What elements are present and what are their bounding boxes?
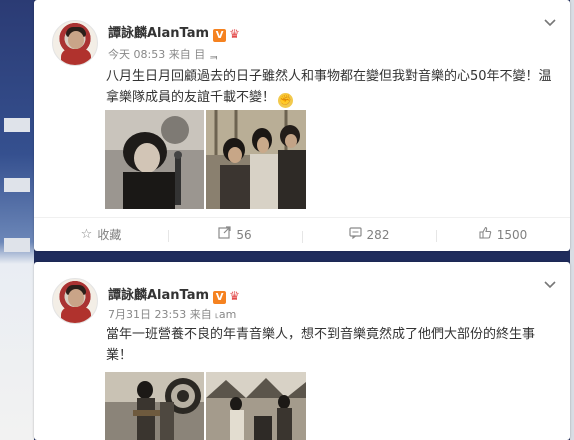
chevron-down-icon[interactable]	[544, 278, 556, 292]
repost-button[interactable]: 56	[168, 226, 302, 243]
post-image-1[interactable]	[105, 110, 204, 209]
weibo-post-1: 譚詠麟AlanTam V ♛ 今天 08:53 来自 ⽬ ᆿ 八月生日月回顧過去的日…	[34, 0, 570, 251]
thumbs-up-icon	[479, 226, 492, 243]
chevron-down-icon[interactable]	[544, 16, 556, 30]
favorite-button[interactable]: ☆ 收藏	[34, 226, 168, 243]
left-background	[0, 0, 34, 440]
background-strip	[4, 178, 30, 192]
author-name[interactable]: 譚詠麟AlanTam V ♛	[108, 22, 240, 42]
author-name-text: 譚詠麟AlanTam	[108, 26, 210, 41]
author-name-text: 譚詠麟AlanTam	[108, 288, 210, 303]
crown-icon: ♛	[229, 27, 240, 41]
star-icon: ☆	[80, 227, 93, 242]
comment-count: 282	[366, 227, 390, 242]
like-count: 1500	[496, 227, 528, 242]
favorite-label: 收藏	[97, 228, 122, 242]
background-strip	[4, 238, 30, 252]
post-image-1[interactable]	[105, 372, 204, 440]
repost-count: 56	[236, 227, 252, 242]
post-image-2[interactable]	[206, 110, 306, 209]
verified-badge-icon: V	[213, 291, 227, 304]
comment-button[interactable]: 282	[302, 226, 436, 243]
weibo-post-2: 譚詠麟AlanTam V ♛ 7月31日 23:53 来自 ˪am 當年一班營養不良…	[34, 262, 570, 440]
right-background	[570, 0, 574, 440]
comment-icon	[348, 226, 362, 243]
post-meta[interactable]: 7月31日 23:53 来自 ˪am	[108, 306, 236, 322]
post-text-content: 八月生日月回顧過去的日子雖然人和事物都在變但我對音樂的心50年不變！温拿樂隊成員…	[106, 69, 552, 105]
background-strip	[4, 118, 30, 132]
post-meta[interactable]: 今天 08:53 来自 ⽬ ᆿ	[108, 46, 219, 62]
post-image-2[interactable]	[206, 372, 306, 440]
avatar[interactable]	[52, 278, 98, 324]
muscle-emoji-icon: ✊	[278, 93, 294, 108]
verified-badge-icon: V	[213, 29, 227, 42]
post-actions: ☆ 收藏 56 282 1500	[34, 217, 570, 251]
share-icon	[218, 226, 231, 243]
post-text: 當年一班營養不良的年青音樂人，想不到音樂竟然成了他們大部份的終生事業！	[106, 327, 536, 363]
avatar[interactable]	[52, 20, 98, 66]
like-button[interactable]: 1500	[436, 226, 570, 243]
crown-icon: ♛	[229, 289, 240, 303]
post-text: 八月生日月回顧過去的日子雖然人和事物都在變但我對音樂的心50年不變！温拿樂隊成員…	[106, 66, 558, 108]
author-name[interactable]: 譚詠麟AlanTam V ♛	[108, 284, 240, 304]
